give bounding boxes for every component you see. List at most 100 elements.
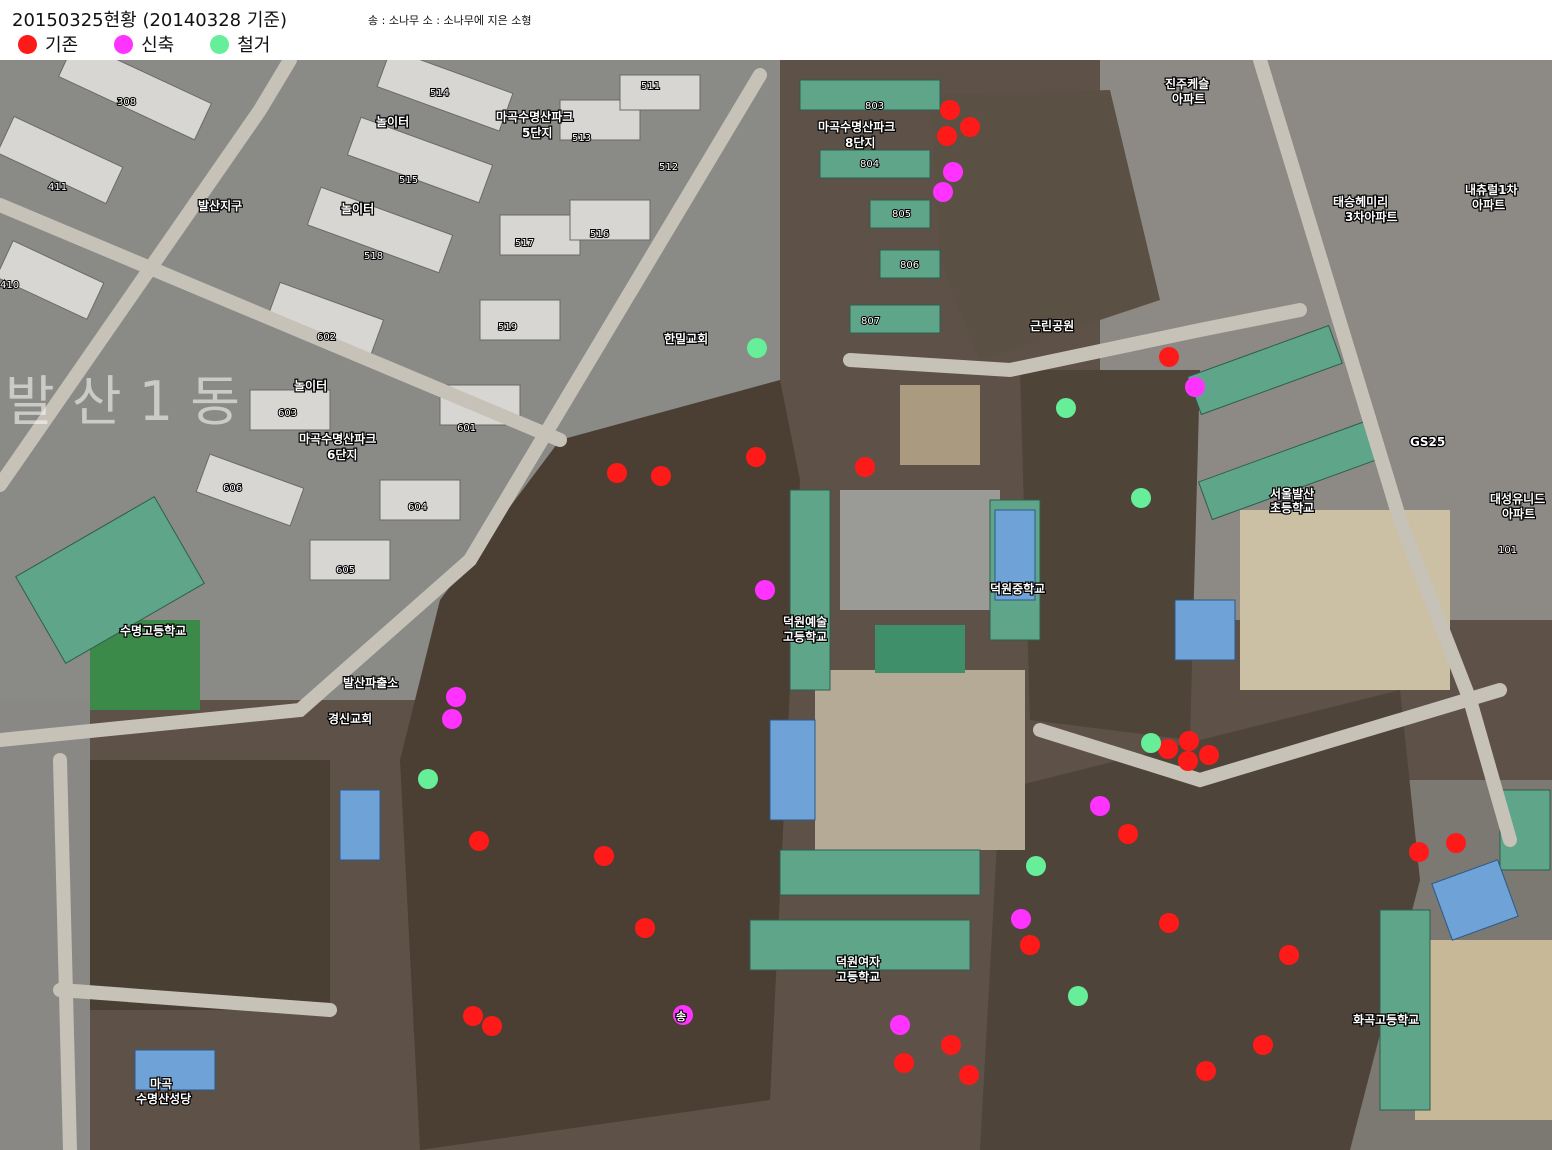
removed-marker[interactable] <box>418 769 438 789</box>
label-park8-sub: 8단지 <box>845 135 875 150</box>
legend-note: 송 : 소나무 소 : 소나무에 지은 소형 <box>368 14 532 27</box>
removed-marker[interactable] <box>1026 856 1046 876</box>
parking-lot <box>840 490 1000 610</box>
label-song: 송 <box>676 1010 686 1023</box>
existing-marker[interactable] <box>594 846 614 866</box>
label-deokwon-middle: 덕원중학교 <box>990 581 1045 596</box>
label-deokwon-girls-sub: 고등학교 <box>836 969 880 984</box>
label-deokwon-girls: 덕원여자 <box>836 954 880 969</box>
building-number: 518 <box>364 251 383 262</box>
new-marker[interactable] <box>933 182 953 202</box>
new-marker[interactable] <box>446 687 466 707</box>
label-jinju-apt-sub: 아파트 <box>1172 91 1205 106</box>
existing-marker[interactable] <box>746 447 766 467</box>
existing-marker[interactable] <box>1118 824 1138 844</box>
district-watermark: 발 산 1 동 <box>5 370 240 433</box>
building-number: 308 <box>117 97 136 108</box>
existing-marker[interactable] <box>607 463 627 483</box>
satellite-map[interactable]: 발 산 1 동 마곡수명산파크 5단지 마곡수명산파크 8단지 마곡수명산파크 … <box>0 60 1552 1150</box>
existing-marker[interactable] <box>940 100 960 120</box>
existing-marker[interactable] <box>635 918 655 938</box>
label-hwagok-high: 화곡고등학교 <box>1353 1012 1419 1027</box>
existing-marker[interactable] <box>1179 731 1199 751</box>
existing-marker[interactable] <box>1159 347 1179 367</box>
building-number: 411 <box>48 182 67 193</box>
forest-east <box>1020 370 1200 740</box>
existing-marker[interactable] <box>469 831 489 851</box>
green-dot-icon <box>210 34 230 54</box>
building-number: 804 <box>860 159 879 170</box>
removed-marker[interactable] <box>1141 733 1161 753</box>
label-park5: 마곡수명산파크 <box>496 109 573 124</box>
building-number: 511 <box>641 81 660 92</box>
label-gs25: GS25 <box>1410 435 1445 449</box>
label-deokwon-art: 덕원예술 <box>783 614 827 629</box>
label-balsan-station: 발산지구 <box>198 198 242 213</box>
building-number: 515 <box>399 175 418 186</box>
existing-marker[interactable] <box>1253 1035 1273 1055</box>
legend-label-removed: 철거 <box>237 35 271 56</box>
label-gyeongsin-church: 경신교회 <box>328 711 372 726</box>
existing-marker[interactable] <box>1279 945 1299 965</box>
building-number: 514 <box>430 88 449 99</box>
existing-marker[interactable] <box>941 1035 961 1055</box>
building-number: 517 <box>515 238 534 249</box>
existing-marker[interactable] <box>1178 751 1198 771</box>
existing-marker[interactable] <box>894 1053 914 1073</box>
removed-marker[interactable] <box>747 338 767 358</box>
basketball-court <box>875 625 965 673</box>
new-marker[interactable] <box>755 580 775 600</box>
existing-marker[interactable] <box>1409 842 1429 862</box>
building-number: 604 <box>408 502 427 513</box>
label-daesung-apt-sub: 아파트 <box>1502 506 1535 521</box>
existing-marker[interactable] <box>959 1065 979 1085</box>
building-number: 803 <box>865 101 884 112</box>
label-playground-3: 놀이터 <box>294 378 327 393</box>
existing-marker[interactable] <box>1446 833 1466 853</box>
new-marker[interactable] <box>943 162 963 182</box>
school-field <box>815 670 1025 850</box>
removed-marker[interactable] <box>1056 398 1076 418</box>
label-seoul-balsan: 서울발산 <box>1270 486 1314 501</box>
existing-marker[interactable] <box>1020 935 1040 955</box>
legend-item-new: 신축 <box>114 31 174 57</box>
legend-label-new: 신축 <box>141 35 175 56</box>
existing-marker[interactable] <box>482 1016 502 1036</box>
label-hanmil-church: 한밀교회 <box>664 331 708 346</box>
label-daesung-apt: 대성유니드 <box>1490 491 1545 506</box>
new-marker[interactable] <box>442 709 462 729</box>
existing-marker[interactable] <box>1196 1061 1216 1081</box>
map-title: 20150325현황 (20140328 기준) <box>12 10 287 31</box>
label-naechu-apt: 내츄럴1차 <box>1465 182 1518 197</box>
tennis-court <box>900 385 980 465</box>
new-marker[interactable] <box>1090 796 1110 816</box>
label-park8: 마곡수명산파크 <box>818 119 895 134</box>
building-number: 606 <box>223 483 242 494</box>
new-marker[interactable] <box>890 1015 910 1035</box>
existing-marker[interactable] <box>1199 745 1219 765</box>
existing-marker[interactable] <box>960 117 980 137</box>
label-naechu-apt-sub: 아파트 <box>1472 197 1505 212</box>
existing-marker[interactable] <box>1159 913 1179 933</box>
removed-marker[interactable] <box>1068 986 1088 1006</box>
removed-marker[interactable] <box>1131 488 1151 508</box>
building-number: 601 <box>457 423 476 434</box>
label-playground-2: 놀이터 <box>341 201 374 216</box>
urban-west <box>0 700 90 1150</box>
legend-item-removed: 철거 <box>210 31 270 57</box>
label-balsan-police: 발산파출소 <box>343 675 398 690</box>
building-number: 602 <box>317 332 336 343</box>
label-suyeong-high: 수명고등학교 <box>120 623 186 638</box>
existing-marker[interactable] <box>937 126 957 146</box>
existing-marker[interactable] <box>463 1006 483 1026</box>
building-number: 807 <box>861 316 880 327</box>
hwagok-field <box>1415 940 1552 1120</box>
new-marker[interactable] <box>1185 377 1205 397</box>
new-marker[interactable] <box>1011 909 1031 929</box>
magenta-dot-icon <box>114 34 134 54</box>
building-number: 513 <box>572 133 591 144</box>
existing-marker[interactable] <box>651 466 671 486</box>
existing-marker[interactable] <box>855 457 875 477</box>
label-geunrin-park: 근린공원 <box>1030 318 1074 333</box>
existing-marker[interactable] <box>1158 739 1178 759</box>
